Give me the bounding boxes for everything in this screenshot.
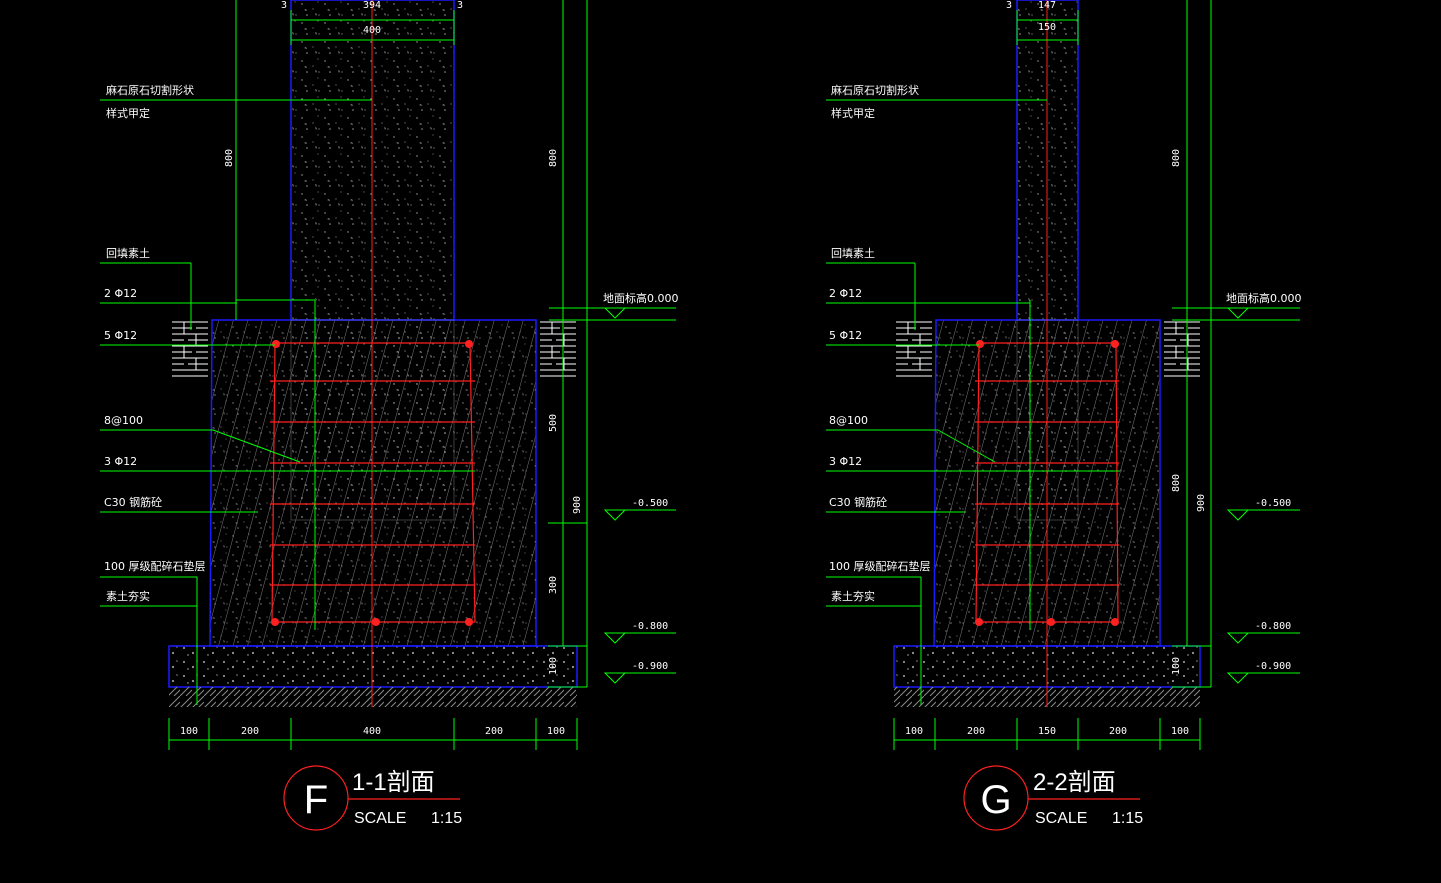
section-title: 2-2剖面 bbox=[1033, 769, 1116, 796]
top-dim-mid: 147 bbox=[1038, 0, 1056, 11]
top-dim-right: 3 bbox=[457, 0, 463, 11]
label-bar-a: 2 Φ12 bbox=[829, 287, 862, 300]
bottom-dim-5: 100 bbox=[1171, 726, 1189, 737]
vdim-inner-top: 800 bbox=[224, 149, 235, 167]
section-title: 1-1剖面 bbox=[352, 769, 435, 796]
scale-value: 1:15 bbox=[1112, 810, 1143, 827]
bottom-dim-4: 200 bbox=[1109, 726, 1127, 737]
section-1-1: F 1-1剖面 SCALE 1:15 3 394 3 400 麻石原石切割形状 … bbox=[100, 0, 679, 831]
label-stone: 麻石原石切割形状 bbox=[106, 83, 194, 97]
label-gravel: 100 厚级配碎石垫层 bbox=[829, 559, 931, 573]
label-concrete: C30 钢筋砼 bbox=[829, 495, 887, 509]
top-dim-total: 150 bbox=[1038, 22, 1056, 33]
label-stirrup: 8@100 bbox=[829, 414, 868, 427]
label-stirrup: 8@100 bbox=[104, 414, 143, 427]
vdim-500: 500 bbox=[548, 414, 559, 432]
elev-500: -0.500 bbox=[632, 498, 668, 509]
vdim-900: 900 bbox=[1196, 494, 1207, 512]
label-style: 样式甲定 bbox=[831, 106, 875, 120]
scale-label: SCALE bbox=[1035, 810, 1087, 827]
vdim-900: 900 bbox=[572, 496, 583, 514]
top-dim-total: 400 bbox=[363, 25, 381, 36]
ground-hatch-left bbox=[172, 321, 208, 377]
ground-hatch-right bbox=[540, 321, 576, 377]
label-style: 样式甲定 bbox=[106, 106, 150, 120]
section-badge: G bbox=[980, 778, 1011, 822]
bottom-dim-2: 200 bbox=[967, 726, 985, 737]
vdim-300: 300 bbox=[548, 576, 559, 594]
section-2-2: G 2-2剖面 SCALE 1:15 3 147 150 麻石原石切割形状 样式… bbox=[826, 0, 1302, 831]
elevation-markers bbox=[603, 307, 627, 684]
label-gravel: 100 厚级配碎石垫层 bbox=[104, 559, 206, 573]
bottom-dim-3: 150 bbox=[1038, 726, 1056, 737]
gravel-layer bbox=[168, 645, 578, 688]
scale-value: 1:15 bbox=[431, 810, 462, 827]
label-bar-a: 2 Φ12 bbox=[104, 287, 137, 300]
label-bar-c: 3 Φ12 bbox=[829, 455, 862, 468]
label-backfill: 回填素土 bbox=[831, 246, 875, 260]
compacted-soil bbox=[169, 687, 577, 707]
vdim-inner-top: 800 bbox=[1171, 149, 1182, 167]
bottom-dim-3: 400 bbox=[363, 726, 381, 737]
bottom-dim-2: 200 bbox=[241, 726, 259, 737]
vdim-800: 800 bbox=[1171, 474, 1182, 492]
label-bar-b: 5 Φ12 bbox=[104, 329, 137, 342]
elev-900: -0.900 bbox=[632, 661, 668, 672]
section-badge: F bbox=[304, 778, 328, 822]
elev-800: -0.800 bbox=[632, 621, 668, 632]
cad-section-drawing: F 1-1剖面 SCALE 1:15 3 394 3 400 麻石原石切割形状 … bbox=[100, 0, 1302, 831]
scale-label: SCALE bbox=[354, 810, 406, 827]
vdim-100: 100 bbox=[1171, 657, 1182, 675]
bottom-dim-4: 200 bbox=[485, 726, 503, 737]
vdim-outer-top: 800 bbox=[548, 149, 559, 167]
ground-hatch-right bbox=[1164, 321, 1200, 377]
elev-ground: 地面标高0.000 bbox=[603, 291, 679, 305]
label-concrete: C30 钢筋砼 bbox=[104, 495, 162, 509]
elev-ground: 地面标高0.000 bbox=[1226, 291, 1302, 305]
label-soil: 素土夯实 bbox=[106, 589, 150, 603]
top-dim-left: 3 bbox=[281, 0, 287, 11]
label-stone: 麻石原石切割形状 bbox=[831, 83, 919, 97]
elev-800: -0.800 bbox=[1255, 621, 1291, 632]
label-backfill: 回填素土 bbox=[106, 246, 150, 260]
elev-900: -0.900 bbox=[1255, 661, 1291, 672]
label-bar-b: 5 Φ12 bbox=[829, 329, 862, 342]
top-dim-mid: 394 bbox=[363, 0, 381, 11]
vdim-100: 100 bbox=[548, 657, 559, 675]
top-dim-left: 3 bbox=[1006, 0, 1012, 11]
bottom-dim-5: 100 bbox=[547, 726, 565, 737]
bottom-dim-1: 100 bbox=[180, 726, 198, 737]
label-bar-c: 3 Φ12 bbox=[104, 455, 137, 468]
elev-500: -0.500 bbox=[1255, 498, 1291, 509]
bottom-dim-1: 100 bbox=[905, 726, 923, 737]
elevation-markers bbox=[1226, 307, 1250, 684]
label-soil: 素土夯实 bbox=[831, 589, 875, 603]
ground-hatch-left bbox=[896, 321, 932, 377]
